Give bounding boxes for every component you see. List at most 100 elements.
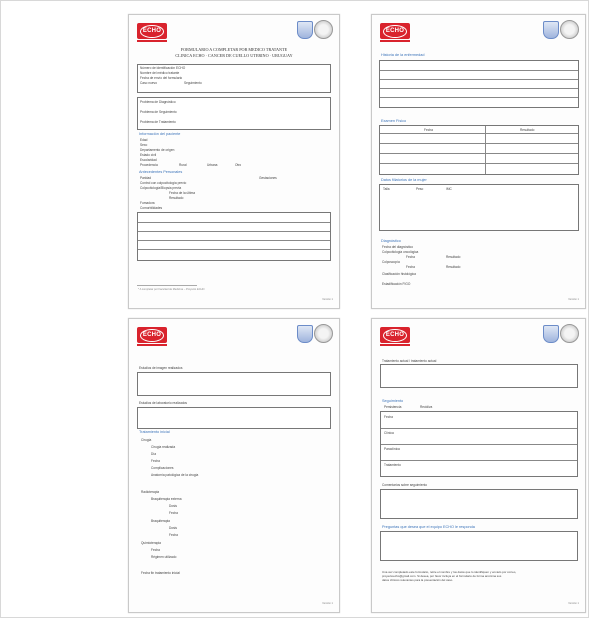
field-label: Control con colpocitología previo xyxy=(140,181,187,185)
current-treatment-label: Tratamiento actual / tratamiento actual xyxy=(382,359,437,363)
echo-logo-bar xyxy=(380,40,410,42)
row-label: Clínica xyxy=(384,431,394,435)
form-page-3[interactable]: ECHO Estudios de imagen realizados Estud… xyxy=(128,318,340,613)
section-recent: Datos filiatorios de la mujer xyxy=(381,178,427,182)
university-shield-icon xyxy=(297,21,313,39)
version-label: Versión 1 xyxy=(322,602,333,605)
field-label: Escolaridad xyxy=(140,158,157,162)
field-label: Comorbilidades xyxy=(140,206,163,210)
field-label: Complicaciones xyxy=(151,466,174,470)
section-personal: Antecedentes Personales xyxy=(139,170,183,174)
field-label: Estadificación FIGO xyxy=(382,282,411,286)
field-label: Estado civil xyxy=(140,153,157,157)
field-label: Rural xyxy=(179,163,187,167)
field-label: Clasificación histológica xyxy=(382,272,416,276)
field-label: Fumadora xyxy=(140,201,155,205)
questions-box[interactable] xyxy=(380,531,578,561)
column-header: Resultado xyxy=(520,127,535,132)
section-treatment: Tratamiento inicial xyxy=(139,430,170,434)
echo-logo-bar xyxy=(380,344,410,346)
field-label: Fecha xyxy=(169,533,178,537)
field-label: Fecha xyxy=(169,511,178,515)
field-label: Otro xyxy=(235,163,242,167)
comments-label: Comentarios sobre seguimiento xyxy=(382,483,428,487)
echo-logo-bar xyxy=(137,40,167,42)
comorbidities-table[interactable] xyxy=(137,212,331,261)
field-label: Fecha xyxy=(151,548,160,552)
field-label: Problema de Tratamiento xyxy=(140,120,176,124)
follow-up-table[interactable]: Fecha Clínica Paraclínica Tratamiento xyxy=(380,411,578,477)
seal-icon xyxy=(314,20,333,39)
footnote: * A completar por Facultad de Medicina –… xyxy=(138,288,205,291)
field-label: Braquiterapia xyxy=(151,519,170,523)
field-label: Sexo xyxy=(140,143,148,147)
version-label: Versión 1 xyxy=(322,298,333,301)
row-label: Tratamiento xyxy=(384,463,401,467)
echo-logo: ECHO xyxy=(137,327,167,343)
field-label: Recidiva xyxy=(420,405,433,409)
field-label: Problema de Diagnóstico xyxy=(140,100,176,104)
field-label: Seguimiento xyxy=(184,81,202,85)
form-page-2[interactable]: ECHO Historia de la enfermedad Examen Fí… xyxy=(371,14,586,309)
field-label: Fecha xyxy=(151,459,160,463)
section-follow-up: Seguimiento xyxy=(382,399,404,403)
lab-studies-box[interactable] xyxy=(137,407,331,429)
echo-logo: ECHO xyxy=(380,23,410,39)
field-label: Peso xyxy=(416,187,424,191)
column-header: Fecha xyxy=(424,127,433,132)
version-label: Versión 1 xyxy=(568,298,579,301)
field-label: Talla xyxy=(383,187,390,191)
field-label: Cirugía xyxy=(141,438,152,442)
section-exam: Examen Físico xyxy=(381,119,407,123)
field-label: Resultado xyxy=(446,265,461,269)
university-shield-icon xyxy=(543,21,559,39)
section-history: Historia de la enfermedad xyxy=(381,53,425,57)
field-label: Régimen utilizado xyxy=(151,555,177,559)
end-treatment-label: Fecha fin tratamiento inicial xyxy=(141,571,180,575)
field-label: Número de identificación ECHO xyxy=(140,66,186,70)
field-label: Cirugía realizada xyxy=(151,445,176,449)
field-label: Colpocitología/Biopsia previa xyxy=(140,186,182,190)
image-studies-label: Estudios de imagen realizados xyxy=(139,366,183,370)
field-label: Procedencia xyxy=(140,163,158,167)
field-label: Fecha xyxy=(406,255,415,259)
seal-icon xyxy=(314,324,333,343)
field-label: Anatomía patológica de la cirugía xyxy=(151,473,199,477)
current-treatment-box[interactable] xyxy=(380,364,578,388)
field-label: Problema de Seguimiento xyxy=(140,110,177,114)
field-label: Gestaciones xyxy=(259,176,277,180)
field-label: Quimioterapia xyxy=(141,541,161,545)
anthropometry-box[interactable]: Talla Peso IMC xyxy=(379,184,579,231)
field-label: Fecha xyxy=(406,265,415,269)
seal-icon xyxy=(560,324,579,343)
lab-studies-label: Estudios de laboratorio realizados xyxy=(139,401,188,405)
field-label: Nombre del médico tratante xyxy=(140,71,180,75)
field-label: Dosis xyxy=(169,504,177,508)
history-table[interactable] xyxy=(379,60,579,108)
field-label: Fecha de envío del formulario xyxy=(140,76,183,80)
field-label: Braquiterapia externa xyxy=(151,497,182,501)
field-label: Resultado xyxy=(446,255,461,259)
exam-table[interactable]: Fecha Resultado xyxy=(379,125,579,175)
echo-logo: ECHO xyxy=(380,327,410,343)
field-label: Día xyxy=(151,452,156,456)
form-subtitle: CLINICA ECHO · CANCER DE CUELLO UTERINO … xyxy=(175,53,293,58)
submission-note: datos clínicos relevantes para la presen… xyxy=(382,578,454,582)
field-label: Radioterapia xyxy=(141,490,160,494)
field-label: Edad xyxy=(140,138,148,142)
field-label: Departamento de origen xyxy=(140,148,175,152)
field-label: Dosis xyxy=(169,526,177,530)
section-questions: Preguntas que desea que el equipo ECHO l… xyxy=(382,525,475,529)
field-label: Urbana xyxy=(207,163,218,167)
form-page-1[interactable]: ECHO FORMULARIO A COMPLETAR POR MEDICO T… xyxy=(128,14,340,309)
university-shield-icon xyxy=(297,325,313,343)
image-studies-box[interactable] xyxy=(137,372,331,396)
field-label: Colpocitología oncológica xyxy=(382,250,419,254)
field-label: Resultado xyxy=(169,196,184,200)
section-patient: Información del paciente xyxy=(139,132,181,136)
form-title: FORMULARIO A COMPLETAR POR MEDICO TRATAN… xyxy=(180,47,288,52)
echo-logo-bar xyxy=(137,344,167,346)
comments-box[interactable] xyxy=(380,489,578,519)
form-page-4[interactable]: ECHO Tratamiento actual / tratamiento ac… xyxy=(371,318,586,613)
field-label: Colposcopía xyxy=(382,260,400,264)
